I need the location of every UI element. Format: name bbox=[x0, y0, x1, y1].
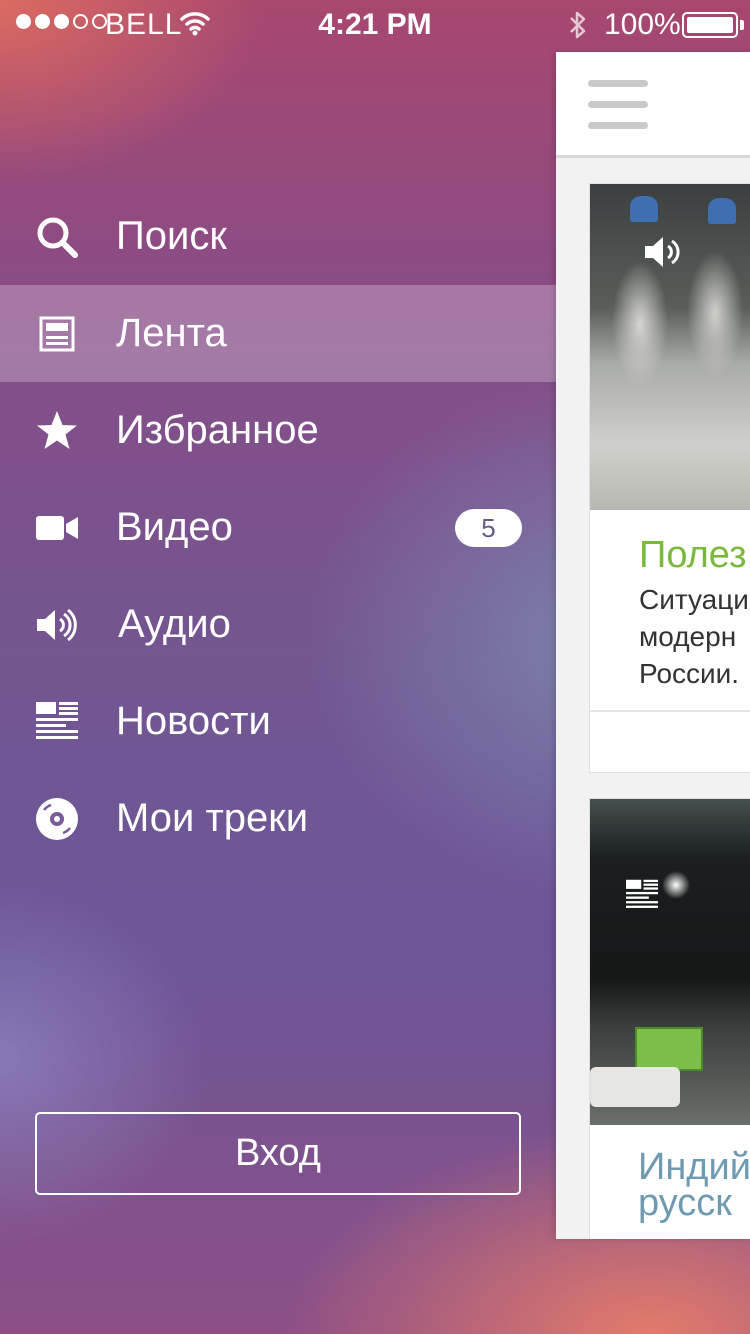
menu-item-label: Избранное bbox=[116, 408, 319, 452]
excerpt-line: России. bbox=[639, 658, 740, 689]
menu-item-feed[interactable]: Лента bbox=[0, 285, 556, 382]
menu-item-label: Видео bbox=[116, 505, 233, 549]
menu-item-video[interactable]: Видео 5 bbox=[0, 479, 556, 576]
menu-item-tracks[interactable]: Мои треки bbox=[0, 770, 556, 867]
menu-item-label: Поиск bbox=[116, 214, 227, 258]
news-icon bbox=[624, 879, 660, 916]
feed-card[interactable]: Полез Ситуаци модерн России. bbox=[589, 183, 750, 773]
title-line: Индий bbox=[638, 1146, 750, 1188]
card-image bbox=[590, 799, 750, 1125]
content-panel[interactable]: Полез Ситуаци модерн России. Индий русск bbox=[556, 52, 750, 1239]
card-image bbox=[590, 184, 750, 510]
hamburger-menu-icon[interactable] bbox=[588, 80, 648, 130]
menu-item-label: Новости bbox=[116, 699, 271, 743]
speaker-icon bbox=[640, 234, 690, 275]
card-excerpt: Ситуаци модерн России. bbox=[639, 581, 750, 692]
menu-item-label: Мои треки bbox=[116, 796, 309, 840]
menu-item-label: Лента bbox=[116, 311, 227, 355]
menu-item-label: Аудио bbox=[118, 602, 231, 646]
menu-item-favorites[interactable]: Избранное bbox=[0, 382, 556, 479]
battery-icon bbox=[682, 12, 738, 38]
excerpt-line: Ситуаци bbox=[639, 584, 749, 615]
title-line: русск bbox=[638, 1182, 732, 1224]
nav-bar bbox=[556, 52, 750, 158]
menu-item-news[interactable]: Новости bbox=[0, 673, 556, 770]
login-button[interactable]: Вход bbox=[35, 1112, 521, 1195]
card-divider bbox=[590, 710, 750, 712]
battery-percentage: 100% bbox=[604, 8, 681, 41]
battery-tip bbox=[740, 20, 744, 30]
bluetooth-icon bbox=[567, 9, 589, 49]
menu-item-audio[interactable]: Аудио bbox=[0, 576, 556, 673]
menu-item-search[interactable]: Поиск bbox=[0, 188, 556, 285]
card-title: Полез bbox=[639, 534, 747, 576]
star-icon bbox=[34, 408, 80, 454]
excerpt-line: модерн bbox=[639, 621, 737, 652]
status-bar: BELL 4:21 PM 100% bbox=[0, 0, 750, 50]
speaker-icon bbox=[34, 602, 80, 648]
card-title: Индий русск bbox=[638, 1146, 750, 1224]
search-icon bbox=[34, 214, 80, 260]
feed-card[interactable]: Индий русск bbox=[589, 798, 750, 1239]
side-menu: Поиск Лента Избранное Видео 5 Аудио Ново… bbox=[0, 188, 556, 867]
disc-icon bbox=[34, 796, 80, 842]
news-icon bbox=[34, 699, 80, 745]
video-camera-icon bbox=[34, 505, 80, 551]
feed-icon bbox=[34, 311, 80, 357]
video-count-badge: 5 bbox=[455, 508, 522, 547]
